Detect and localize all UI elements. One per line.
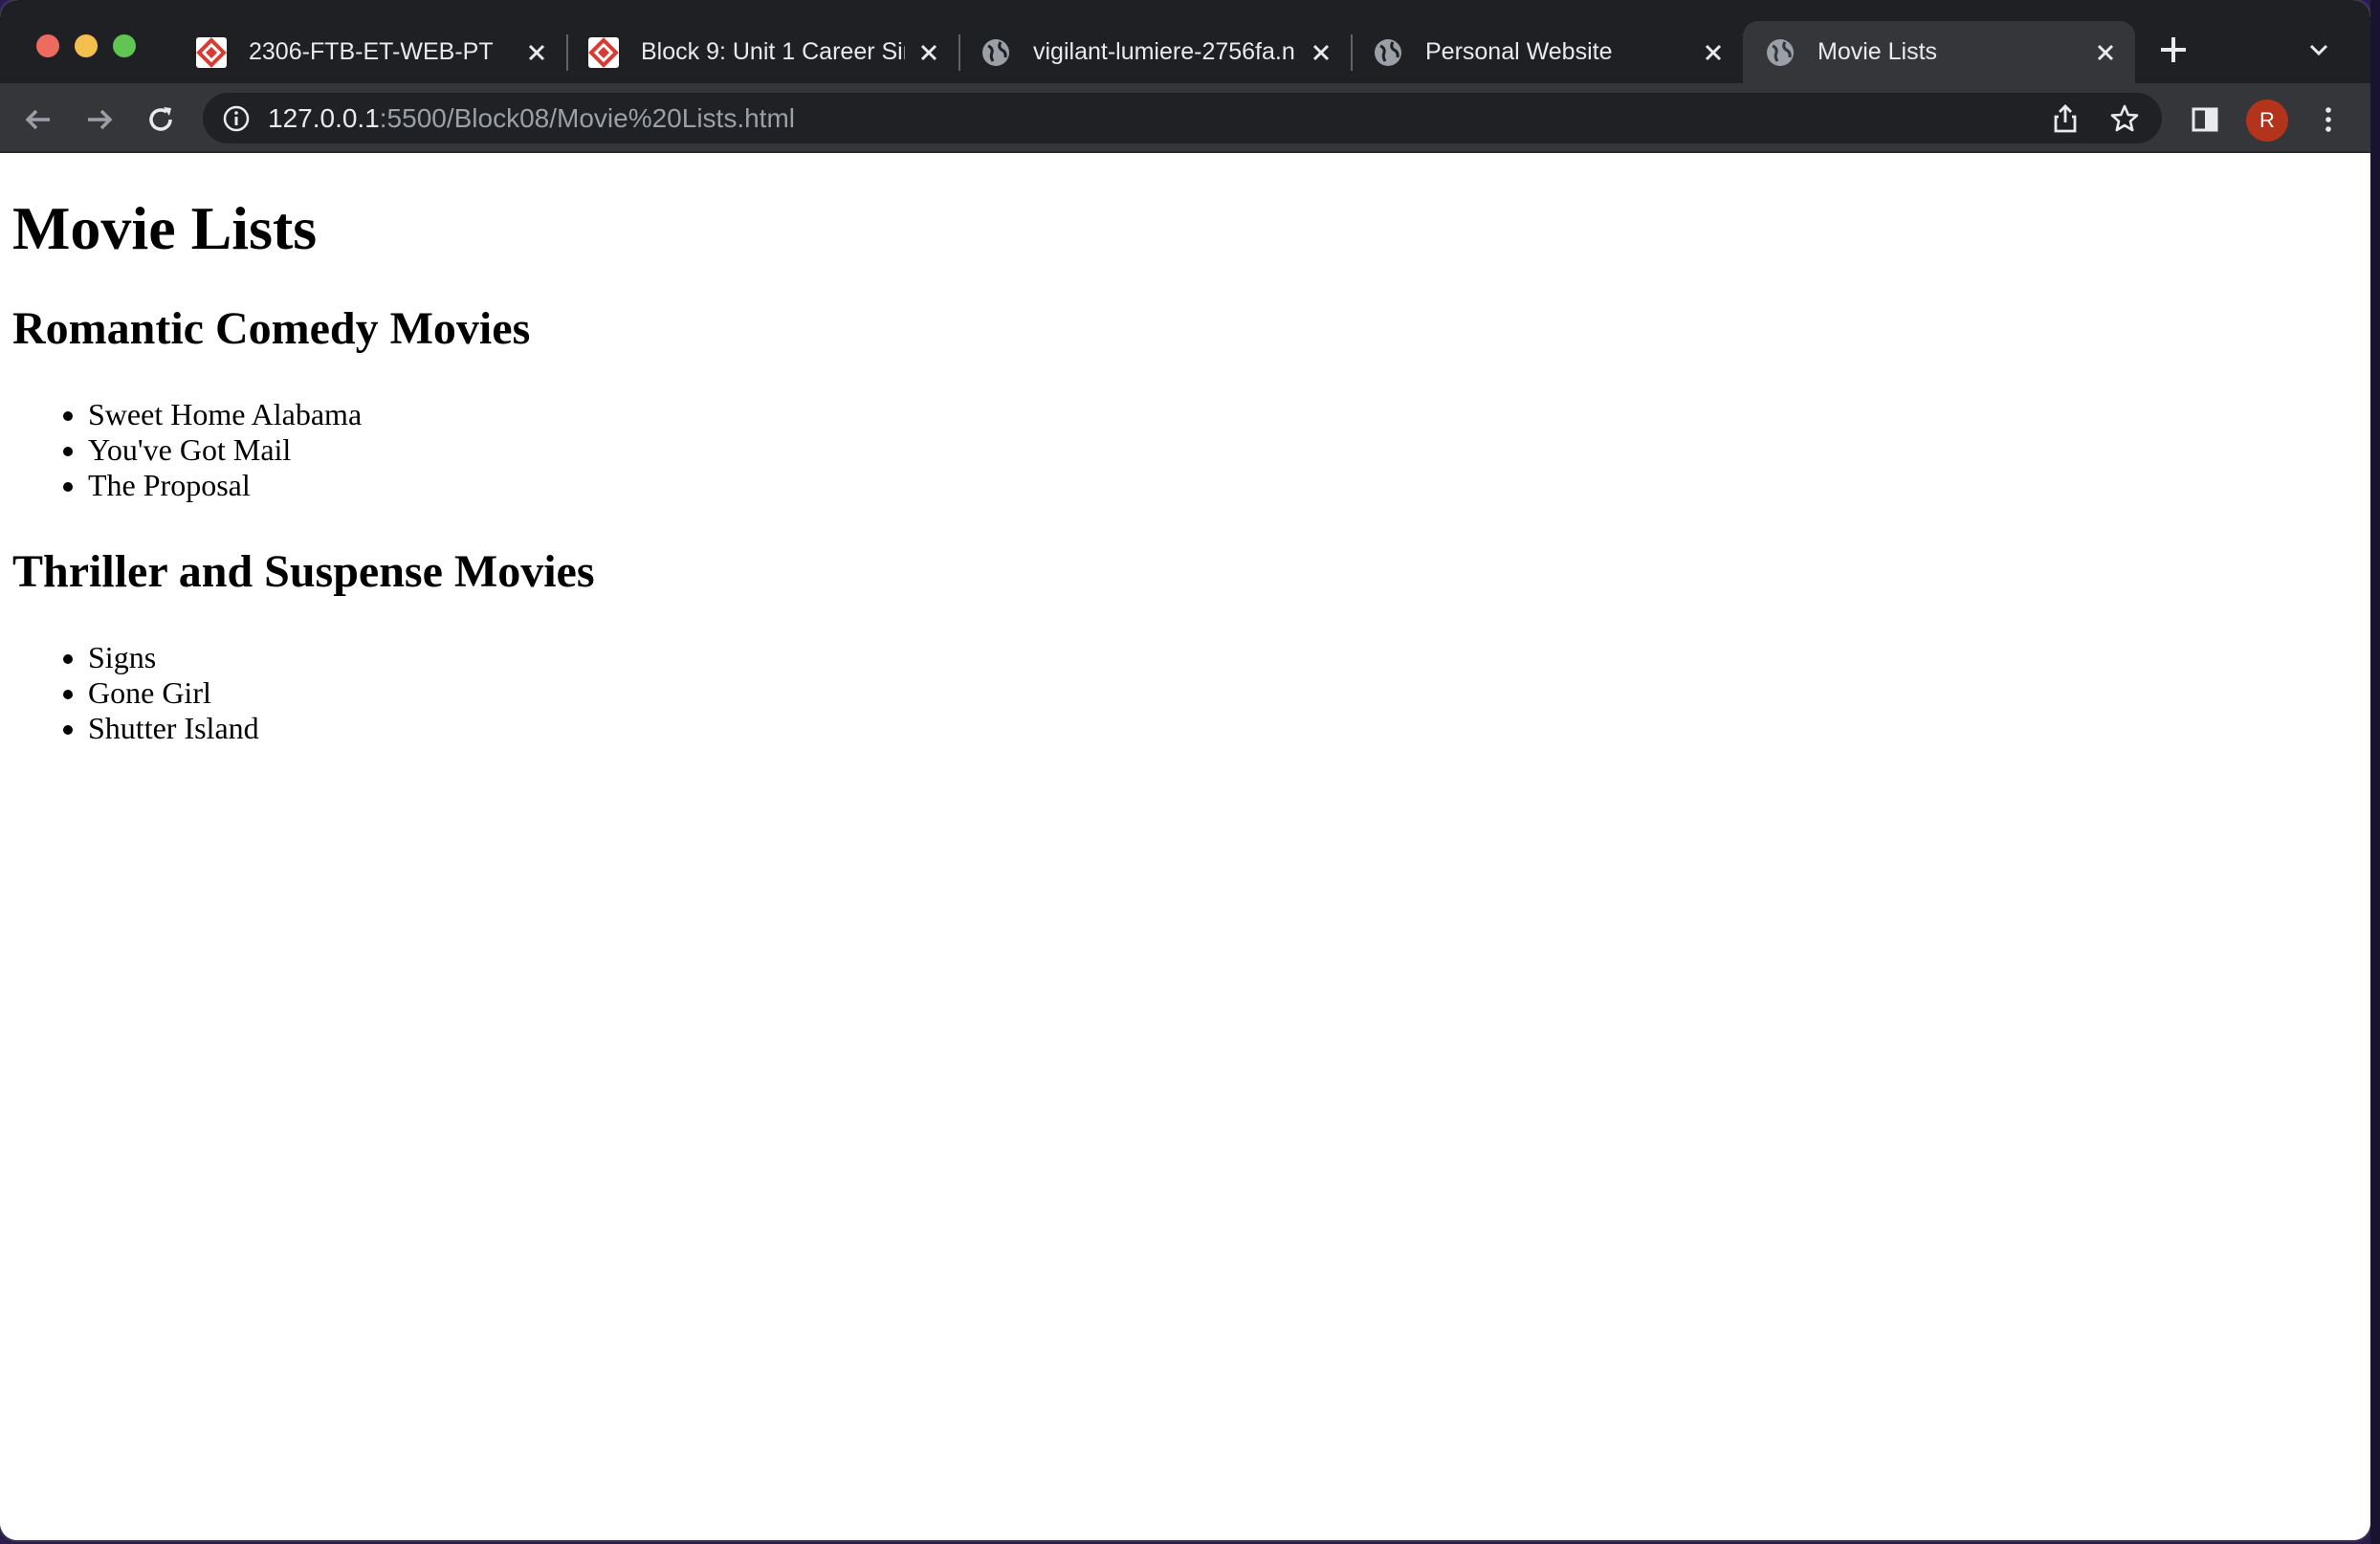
tab-vigilant-lumiere[interactable]: vigilant-lumiere-2756fa.n [959,21,1353,83]
globe-icon [982,38,1009,66]
back-button[interactable] [19,100,57,139]
fullstack-logo-icon [196,36,227,68]
fullstack-logo-icon [588,36,619,68]
chevron-down-icon[interactable] [2303,34,2334,65]
maximize-window-button[interactable] [113,34,136,57]
tab-title: Personal Website [1425,38,1613,65]
tab-2306-ftb[interactable]: 2306-FTB-ET-WEB-PT [174,21,568,83]
browser-window: 2306-FTB-ET-WEB-PT Block 9: Unit 1 Caree… [0,0,2370,1540]
close-tab-icon[interactable] [1699,38,1728,67]
globe-icon [1767,38,1794,66]
url-path: :5500/Block08/Movie%20Lists.html [379,103,795,133]
address-bar[interactable]: 127.0.0.1:5500/Block08/Movie%20Lists.htm… [203,93,2162,143]
tab-movie-lists[interactable]: Movie Lists [1743,21,2135,83]
side-panel-icon [2192,107,2218,132]
list-item: You've Got Mail [88,432,2370,468]
new-tab-icon[interactable] [2154,31,2193,69]
browser-menu-button[interactable] [2309,100,2347,139]
profile-avatar[interactable]: R [2246,99,2288,142]
url-host: 127.0.0.1 [268,103,380,133]
tab-title: Block 9: Unit 1 Career Sim [641,38,905,65]
section-heading-thriller: Thriller and Suspense Movies [12,546,595,598]
reload-icon [149,107,172,131]
romcom-movie-list: Sweet Home Alabama You've Got Mail The P… [12,397,2370,503]
close-tab-icon[interactable] [1307,38,1335,67]
thriller-movie-list: Signs Gone Girl Shutter Island [12,640,2370,746]
bookmark-star-icon[interactable] [2108,102,2141,135]
close-tab-icon[interactable] [2091,38,2120,67]
page-title: Movie Lists [12,194,318,262]
tab-personal-website[interactable]: Personal Website [1351,21,1743,83]
browser-toolbar: 127.0.0.1:5500/Block08/Movie%20Lists.htm… [0,83,2370,153]
tab-block-9[interactable]: Block 9: Unit 1 Career Sim [566,21,960,83]
forward-button[interactable] [80,100,119,139]
close-tab-icon[interactable] [522,38,551,67]
share-icon[interactable] [2049,102,2082,135]
arrow-right-icon [88,109,113,130]
reload-button[interactable] [142,100,180,139]
list-item: Signs [88,640,2370,675]
tab-title: 2306-FTB-ET-WEB-PT [249,38,494,65]
page-content: Movie Lists Romantic Comedy Movies Sweet… [0,155,2370,1540]
list-item: Shutter Island [88,711,2370,746]
close-tab-icon[interactable] [915,38,943,67]
section-heading-romcom: Romantic Comedy Movies [12,303,531,355]
desktop-edge [2370,0,2380,1544]
tab-strip: 2306-FTB-ET-WEB-PT Block 9: Unit 1 Caree… [0,0,2370,83]
side-panel-button[interactable] [2186,100,2224,139]
list-item: Sweet Home Alabama [88,397,2370,432]
tab-title: vigilant-lumiere-2756fa.n [1033,38,1295,65]
close-window-button[interactable] [36,34,59,57]
tab-title: Movie Lists [1818,38,1938,65]
globe-icon [1375,38,1401,66]
list-item: The Proposal [88,468,2370,503]
list-item: Gone Girl [88,675,2370,711]
arrow-left-icon [25,109,50,130]
url-text[interactable]: 127.0.0.1:5500/Block08/Movie%20Lists.htm… [268,103,795,134]
kebab-menu-icon [2325,107,2331,132]
info-icon[interactable] [222,104,251,133]
minimize-window-button[interactable] [75,34,98,57]
